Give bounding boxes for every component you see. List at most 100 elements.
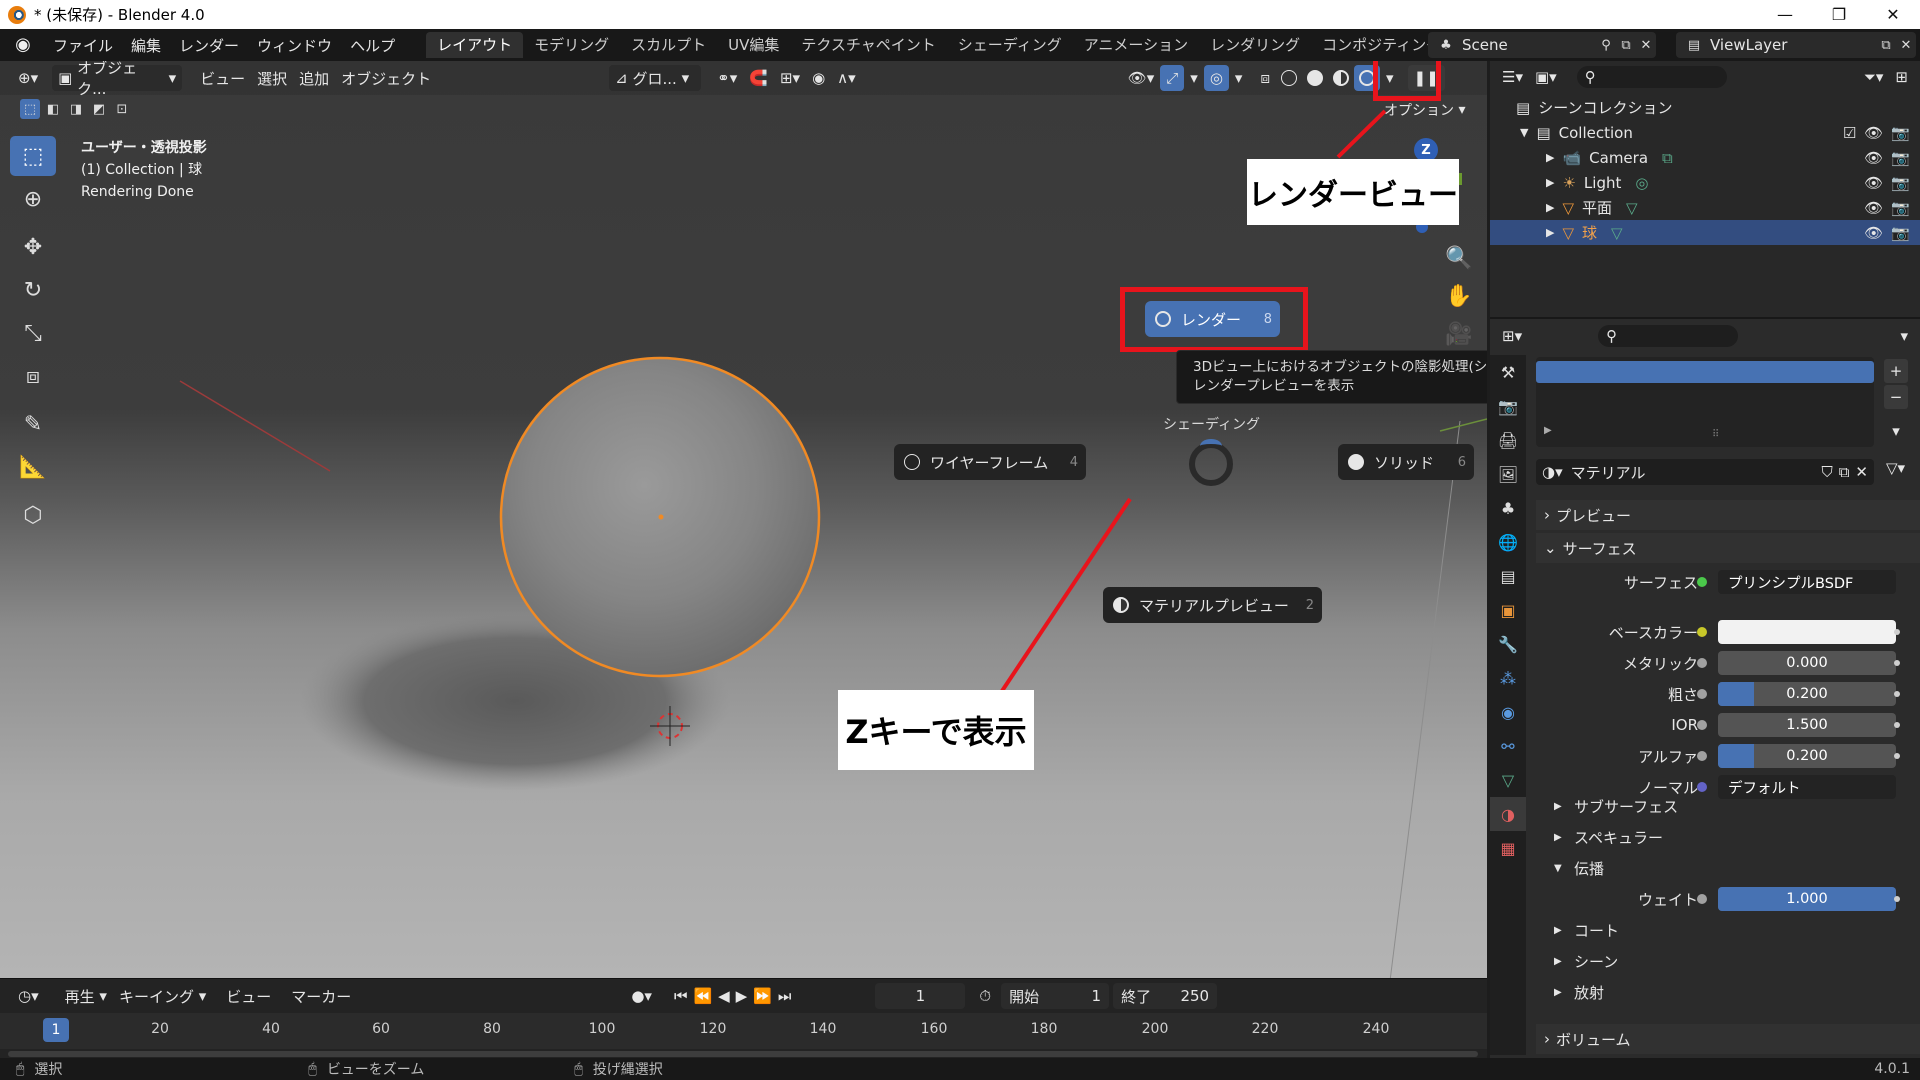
- end-frame-field[interactable]: 終了 250: [1113, 983, 1218, 1009]
- tab-rendering[interactable]: レンダリング: [1199, 32, 1311, 58]
- close-button[interactable]: ✕: [1866, 0, 1920, 29]
- section-surface[interactable]: ⌄ サーフェス: [1536, 533, 1920, 563]
- minimize-button[interactable]: —: [1758, 0, 1812, 29]
- render-camera-icon[interactable]: 📷: [1891, 174, 1910, 192]
- select-box-tool-icon[interactable]: ⬚: [10, 136, 56, 176]
- render-camera-icon[interactable]: 📷: [1891, 149, 1910, 167]
- keyframe-dot-icon[interactable]: [1894, 896, 1900, 902]
- properties-options-icon[interactable]: ▾: [1894, 323, 1914, 349]
- unlink-material-icon[interactable]: ✕: [1855, 463, 1868, 481]
- maximize-button[interactable]: ❐: [1812, 0, 1866, 29]
- blender-menu-icon[interactable]: ◉: [12, 34, 34, 56]
- current-frame-field[interactable]: 1: [875, 983, 966, 1009]
- delete-viewlayer-icon[interactable]: ✕: [1896, 35, 1916, 55]
- outliner-item-plane[interactable]: ▶ ▽ 平面 ▽ 👁 📷: [1490, 195, 1920, 220]
- constraints-tab-icon[interactable]: ⚯: [1490, 729, 1526, 763]
- base-color-field[interactable]: [1718, 620, 1896, 644]
- select-intersect-icon[interactable]: ⊡: [112, 99, 132, 119]
- material-slot-selected[interactable]: [1536, 361, 1874, 383]
- material-tab-icon[interactable]: ◑: [1490, 797, 1526, 831]
- pivot-icon[interactable]: ⚭▾: [711, 65, 743, 91]
- add-cube-tool-icon[interactable]: ⬡: [10, 495, 56, 535]
- modifier-tab-icon[interactable]: 🔧: [1490, 627, 1526, 661]
- overlay-toggle-icon[interactable]: ◎: [1203, 65, 1229, 91]
- render-camera-icon[interactable]: 📷: [1891, 124, 1910, 142]
- shading-wireframe-button[interactable]: [1276, 65, 1302, 91]
- tab-uv-editing[interactable]: UV編集: [717, 32, 790, 58]
- expand-arrow-icon[interactable]: ▶: [1546, 201, 1554, 214]
- section-preview[interactable]: › プレビュー: [1536, 500, 1920, 530]
- render-camera-icon[interactable]: 📷: [1891, 224, 1910, 242]
- surface-shader-dropdown[interactable]: プリンシプルBSDF: [1718, 570, 1896, 594]
- outliner-editor-type-icon[interactable]: ☰▾: [1496, 64, 1529, 90]
- shading-solid-button[interactable]: [1302, 65, 1328, 91]
- options-dropdown[interactable]: オプション ▾: [1378, 97, 1471, 123]
- cursor-tool-icon[interactable]: ⊕: [10, 179, 56, 219]
- new-scene-icon[interactable]: ⧉: [1616, 35, 1636, 55]
- timeline-ruler[interactable]: 1 20 40 60 80 100 120 140 160 180 200 22…: [0, 1013, 1487, 1049]
- mode-dropdown[interactable]: ▣ オブジェク... ▾: [52, 61, 183, 98]
- expand-arrow-icon[interactable]: ▶: [1546, 226, 1554, 239]
- timeline-editor-type-icon[interactable]: ◷▾: [12, 983, 45, 1009]
- light-data-icon[interactable]: ◎: [1635, 174, 1648, 192]
- delete-scene-icon[interactable]: ✕: [1636, 35, 1656, 55]
- alpha-slider[interactable]: 0.200: [1718, 744, 1896, 768]
- material-specials-button[interactable]: ▾: [1884, 419, 1908, 443]
- subpanel-subsurface[interactable]: ▶ サブサーフェス: [1536, 793, 1920, 819]
- annotate-tool-icon[interactable]: ✎: [10, 404, 56, 444]
- expand-arrow-icon[interactable]: ▶: [1546, 151, 1554, 164]
- menu-edit[interactable]: 編集: [122, 35, 170, 56]
- outliner-scene-collection[interactable]: ▤ シーンコレクション: [1490, 95, 1920, 120]
- tab-texture-paint[interactable]: テクスチャペイント: [790, 32, 946, 58]
- new-collection-icon[interactable]: ⊞: [1889, 64, 1914, 90]
- shading-material-button[interactable]: [1328, 65, 1354, 91]
- menu-file[interactable]: ファイル: [44, 35, 122, 56]
- gizmo-toggle-icon[interactable]: ⤢: [1160, 65, 1185, 91]
- tab-layout[interactable]: レイアウト: [426, 32, 524, 58]
- outliner-item-sphere[interactable]: ▶ ▽ 球 ▽ 👁 📷: [1490, 220, 1920, 245]
- pan-hand-icon[interactable]: ✋: [1442, 279, 1476, 313]
- pie-item-solid[interactable]: ソリッド 6: [1338, 444, 1474, 480]
- select-invert-icon[interactable]: ◩: [89, 99, 109, 119]
- editor-type-button[interactable]: ⊕▾: [12, 65, 44, 91]
- display-mode-icon[interactable]: ▣▾: [1529, 64, 1563, 90]
- data-tab-icon[interactable]: ▽: [1490, 763, 1526, 797]
- expand-arrow-icon[interactable]: ▼: [1520, 126, 1528, 139]
- tool-tab-icon[interactable]: ⚒: [1490, 355, 1526, 389]
- expand-arrow-icon[interactable]: ▶: [1544, 425, 1552, 436]
- gizmo-dropdown-icon[interactable]: ▾: [1184, 65, 1204, 91]
- menu-object[interactable]: オブジェクト: [335, 65, 437, 91]
- pie-item-material-preview[interactable]: マテリアルプレビュー 2: [1103, 587, 1322, 623]
- eye-icon[interactable]: 👁: [1864, 174, 1883, 192]
- subpanel-transmission[interactable]: ▼ 伝播: [1536, 855, 1920, 881]
- visibility-icon[interactable]: 👁▾: [1122, 65, 1161, 91]
- mesh-data-icon[interactable]: ▽: [1611, 224, 1623, 242]
- physics-tab-icon[interactable]: ◉: [1490, 695, 1526, 729]
- keyframe-dot-icon[interactable]: [1894, 722, 1900, 728]
- move-tool-icon[interactable]: ✥: [10, 227, 56, 267]
- add-material-slot-button[interactable]: +: [1884, 359, 1908, 383]
- properties-search-input[interactable]: ⚲: [1598, 325, 1739, 347]
- world-tab-icon[interactable]: 🌐: [1490, 525, 1526, 559]
- tab-sculpt[interactable]: スカルプト: [620, 32, 717, 58]
- eye-icon[interactable]: 👁: [1864, 124, 1883, 142]
- subpanel-emission[interactable]: ▶ 放射: [1536, 979, 1920, 1005]
- start-frame-field[interactable]: 開始 1: [1001, 983, 1110, 1009]
- render-camera-icon[interactable]: 📷: [1891, 199, 1910, 217]
- properties-editor-type-icon[interactable]: ⊞▾: [1496, 323, 1528, 349]
- tab-modeling[interactable]: モデリング: [523, 32, 620, 58]
- render-tab-icon[interactable]: 📷: [1490, 389, 1526, 423]
- filter-icon[interactable]: ⏷▾: [1858, 64, 1890, 90]
- roughness-slider[interactable]: 0.200: [1718, 682, 1896, 706]
- keyframe-dot-icon[interactable]: [1894, 753, 1900, 759]
- menu-marker[interactable]: マーカー: [285, 983, 357, 1009]
- scene-tab-icon[interactable]: ♣: [1490, 491, 1526, 525]
- playback-controls[interactable]: ⏮⏪◀▶⏩⏭: [668, 983, 803, 1009]
- menu-select[interactable]: 選択: [251, 65, 293, 91]
- mesh-data-icon[interactable]: ▽: [1626, 199, 1638, 217]
- menu-timeline-view[interactable]: ビュー: [220, 983, 277, 1009]
- preview-range-icon[interactable]: ⏱: [973, 983, 997, 1009]
- subpanel-specular[interactable]: ▶ スペキュラー: [1536, 824, 1920, 850]
- viewlayer-selector[interactable]: ▤ ViewLayer ⧉ ✕: [1676, 32, 1916, 58]
- select-subtract-icon[interactable]: ◨: [66, 99, 86, 119]
